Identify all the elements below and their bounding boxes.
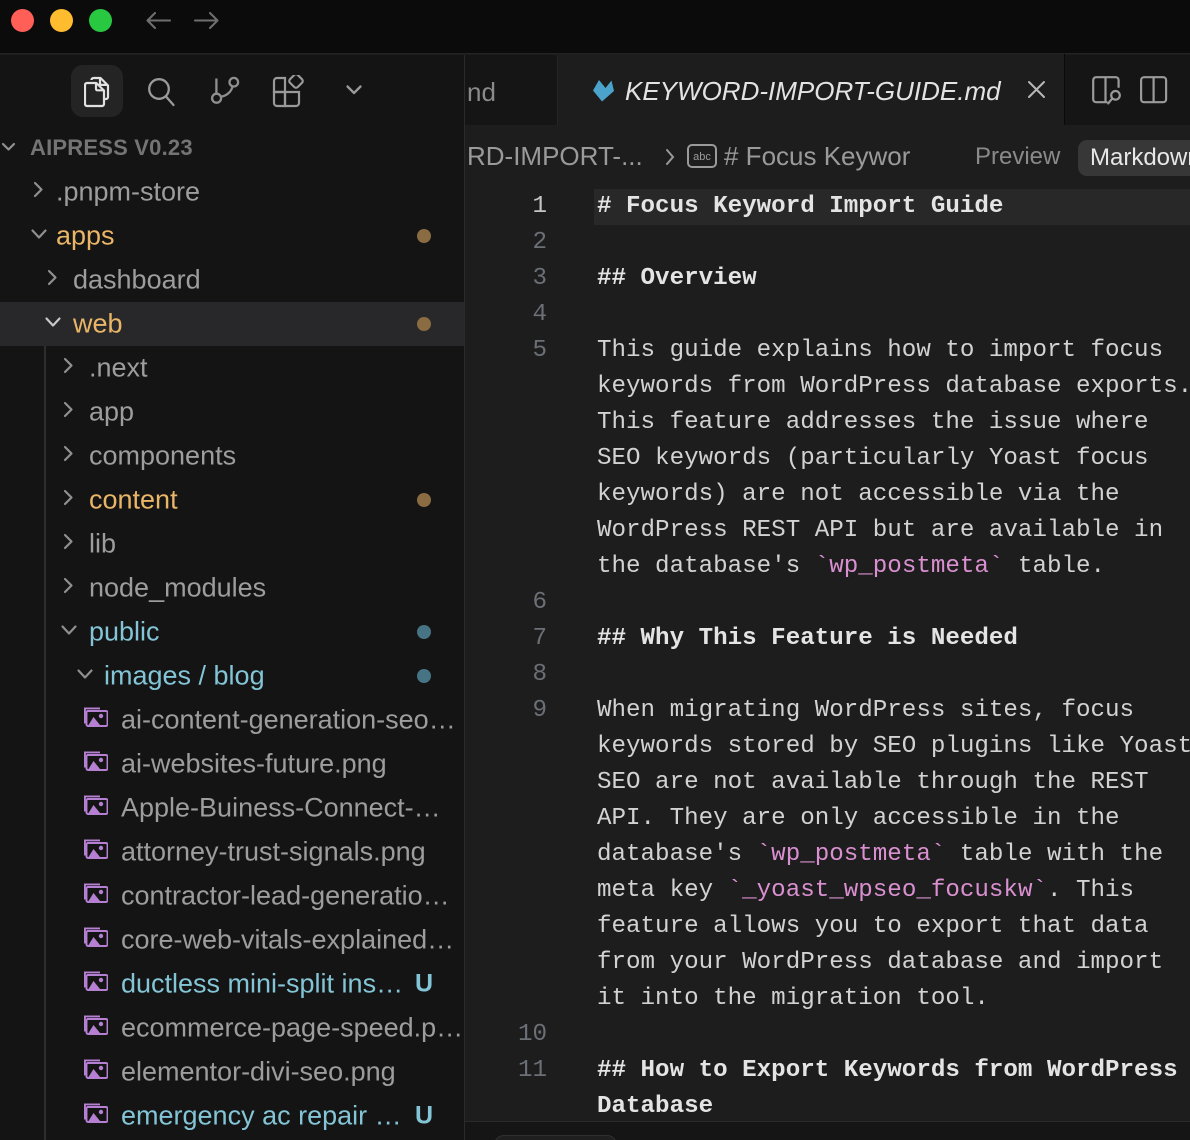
svg-text:abc: abc <box>693 151 711 163</box>
